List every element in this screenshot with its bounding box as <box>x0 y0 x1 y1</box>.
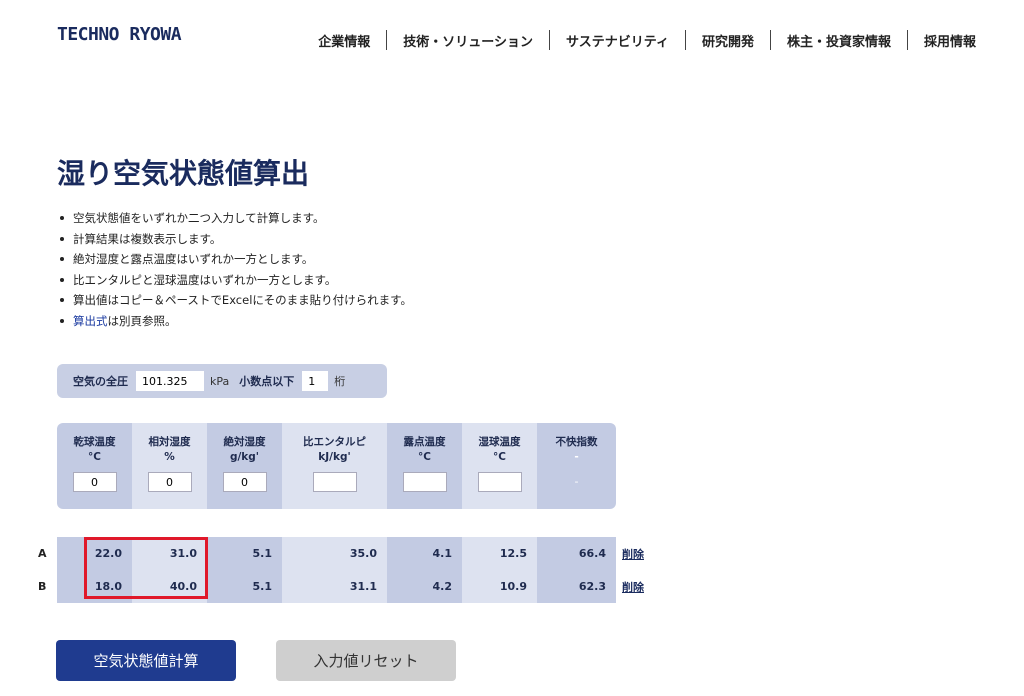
instruction-list: 空気状態値をいずれか二つ入力して計算します。 計算結果は複数表示します。 絶対湿… <box>57 208 412 331</box>
page-title: 湿り空気状態値算出 <box>57 157 310 190</box>
table-cell: 12.5 <box>462 537 537 570</box>
pressure-label: 空気の全圧 <box>73 375 128 388</box>
table-cell: 66.4 <box>537 537 616 570</box>
wet-bulb-input[interactable] <box>477 472 522 492</box>
list-item: 計算結果は複数表示します。 <box>57 229 412 250</box>
row-label: B <box>38 580 47 593</box>
col-header: 相対湿度 <box>148 436 191 448</box>
table-cell: 5.1 <box>207 570 282 603</box>
table-cell: 31.1 <box>282 570 387 603</box>
decimal-unit: 桁 <box>334 375 346 388</box>
col-header: 乾球温度 <box>73 436 116 448</box>
col-header: 湿球温度 <box>478 436 521 448</box>
dew-point-input[interactable] <box>402 472 447 492</box>
col-dry-bulb: 乾球温度 °C <box>57 423 132 509</box>
results-table: A 22.0 31.0 5.1 35.0 4.1 12.5 66.4 削除 B … <box>38 537 644 603</box>
table-cell: 35.0 <box>282 537 387 570</box>
enthalpy-input[interactable] <box>312 472 357 492</box>
table-cell: 62.3 <box>537 570 616 603</box>
table-cell: 5.1 <box>207 537 282 570</box>
relative-humidity-input[interactable] <box>147 472 192 492</box>
col-absolute-humidity: 絶対湿度 g/kg' <box>207 423 282 509</box>
table-cell: 4.1 <box>387 537 462 570</box>
delete-row-a-link[interactable]: 削除 <box>622 546 644 562</box>
col-header: 比エンタルピ <box>303 436 366 448</box>
table-cell: 10.9 <box>462 570 537 603</box>
table-cell: 40.0 <box>132 570 207 603</box>
delete-row-b-link[interactable]: 削除 <box>622 579 644 595</box>
col-relative-humidity: 相対湿度 % <box>132 423 207 509</box>
nav-company[interactable]: 企業情報 <box>302 31 386 50</box>
calculate-button[interactable]: 空気状態値計算 <box>56 640 236 681</box>
col-wet-bulb: 湿球温度 °C <box>462 423 537 509</box>
col-enthalpy: 比エンタルピ kJ/kg' <box>282 423 387 509</box>
nav-recruit[interactable]: 採用情報 <box>908 31 976 50</box>
formula-link[interactable]: 算出式 <box>73 314 108 328</box>
list-item: 絶対湿度と露点温度はいずれか一方とします。 <box>57 249 412 270</box>
list-item: 算出式は別頁参照。 <box>57 311 412 332</box>
pressure-settings: 空気の全圧 kPa 小数点以下 桁 <box>57 364 387 398</box>
nav-investors[interactable]: 株主・投資家情報 <box>771 31 907 50</box>
pressure-input[interactable] <box>136 371 204 391</box>
logo[interactable]: TECHNO RYOWA <box>57 24 182 45</box>
main-nav: 企業情報 技術・ソリューション サステナビリティ 研究開発 株主・投資家情報 採… <box>302 30 976 50</box>
nav-research[interactable]: 研究開発 <box>686 31 770 50</box>
col-header: 絶対湿度 <box>223 436 266 448</box>
col-discomfort-index: 不快指数 - - <box>537 423 616 509</box>
col-unit: °C <box>88 451 101 463</box>
table-row: B 18.0 40.0 5.1 31.1 4.2 10.9 62.3 削除 <box>38 570 644 603</box>
table-cell: 4.2 <box>387 570 462 603</box>
table-cell: 22.0 <box>57 537 132 570</box>
col-unit: °C <box>418 451 431 463</box>
col-unit: kJ/kg' <box>318 451 351 463</box>
col-unit: °C <box>493 451 506 463</box>
nav-sustainability[interactable]: サステナビリティ <box>550 31 685 50</box>
decimal-input[interactable] <box>302 371 329 391</box>
dry-bulb-input[interactable] <box>72 472 117 492</box>
col-header: 露点温度 <box>403 436 446 448</box>
col-unit: g/kg' <box>229 451 260 463</box>
col-header: 不快指数 <box>555 436 598 448</box>
col-unit: % <box>164 451 175 463</box>
list-item: 比エンタルピと湿球温度はいずれか一方とします。 <box>57 270 412 291</box>
input-table: 乾球温度 °C 相対湿度 % 絶対湿度 g/kg' 比エンタルピ kJ/kg' … <box>57 423 616 509</box>
col-unit: - <box>574 451 579 463</box>
absolute-humidity-input[interactable] <box>222 472 267 492</box>
table-row: A 22.0 31.0 5.1 35.0 4.1 12.5 66.4 削除 <box>38 537 644 570</box>
list-item: 算出値はコピー＆ペーストでExcelにそのまま貼り付けられます。 <box>57 290 412 311</box>
table-cell: 31.0 <box>132 537 207 570</box>
nav-technology[interactable]: 技術・ソリューション <box>387 31 549 50</box>
formula-suffix: は別頁参照。 <box>107 313 177 328</box>
row-label: A <box>38 547 47 560</box>
list-item: 空気状態値をいずれか二つ入力して計算します。 <box>57 208 412 229</box>
col-dew-point: 露点温度 °C <box>387 423 462 509</box>
discomfort-index-value: - <box>574 475 579 488</box>
table-cell: 18.0 <box>57 570 132 603</box>
pressure-unit: kPa <box>210 374 230 388</box>
decimal-label: 小数点以下 <box>239 375 295 388</box>
reset-button[interactable]: 入力値リセット <box>276 640 456 681</box>
